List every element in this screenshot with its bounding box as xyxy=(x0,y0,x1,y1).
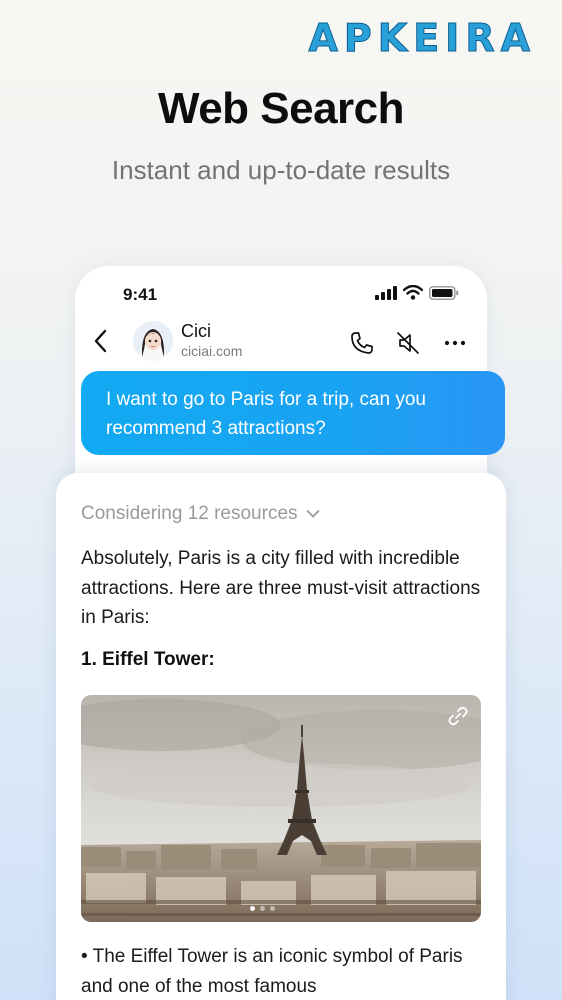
status-time: 9:41 xyxy=(123,285,158,304)
contact-name: Cici xyxy=(181,321,211,341)
carousel-dot[interactable] xyxy=(260,906,265,911)
carousel-dot[interactable] xyxy=(250,906,255,911)
promo-title: Web Search xyxy=(157,84,405,133)
watermark-logo: APKEIRA xyxy=(308,16,536,61)
more-icon[interactable] xyxy=(442,330,468,356)
link-icon[interactable] xyxy=(447,705,469,727)
promo-subtitle: Instant and up-to-date results xyxy=(111,155,451,185)
attraction-description: • The Eiffel Tower is an iconic symbol o… xyxy=(81,946,463,997)
sources-toggle[interactable]: Considering 12 resources xyxy=(81,503,320,525)
avatar-image xyxy=(133,321,173,361)
sources-label: Considering 12 resources xyxy=(81,503,298,524)
status-icons xyxy=(375,285,459,300)
user-message-bubble[interactable]: I want to go to Paris for a trip, can yo… xyxy=(81,371,505,455)
chat-header: Cici ciciai.com xyxy=(75,320,487,364)
response-intro: Absolutely, Paris is a city filled with … xyxy=(81,548,481,628)
chevron-down-icon xyxy=(306,510,319,518)
attraction-title: 1. Eiffel Tower: xyxy=(81,649,215,670)
back-icon[interactable] xyxy=(92,328,110,354)
eiffel-tower-image[interactable] xyxy=(81,695,481,922)
carousel-dot[interactable] xyxy=(270,906,275,911)
contact-subtitle: ciciai.com xyxy=(181,343,243,359)
signal-icon xyxy=(375,285,397,300)
speaker-muted-icon[interactable] xyxy=(395,330,421,356)
wifi-icon xyxy=(403,285,423,300)
phone-icon[interactable] xyxy=(349,330,375,356)
battery-icon xyxy=(429,285,459,300)
eiffel-tower-photo xyxy=(81,695,481,922)
avatar[interactable] xyxy=(133,321,173,361)
carousel-indicator xyxy=(250,906,275,911)
